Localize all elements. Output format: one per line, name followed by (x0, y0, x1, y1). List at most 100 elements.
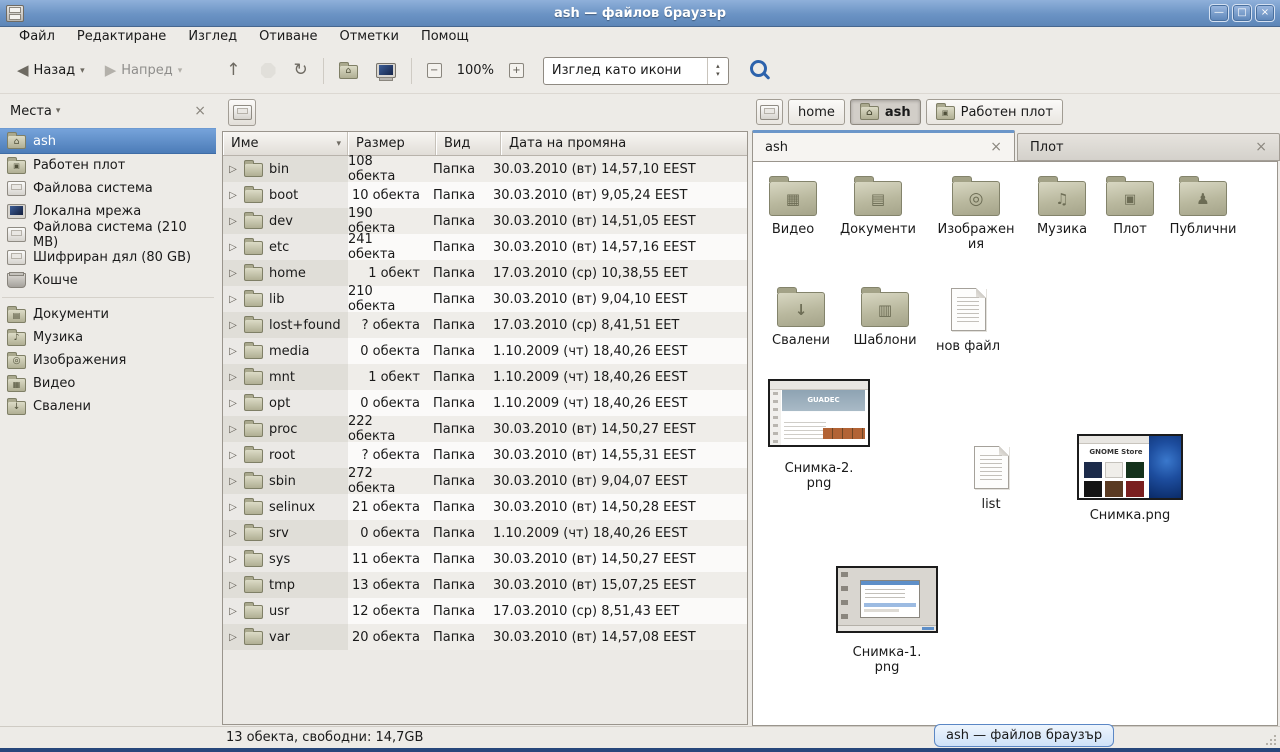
folder-item-music[interactable]: Музика (1027, 173, 1097, 237)
tab-plot[interactable]: Плот × (1017, 133, 1280, 161)
folder-item-pictures[interactable]: Изображения (934, 173, 1018, 252)
expander-icon[interactable]: ▷ (228, 554, 238, 565)
tree-row[interactable]: ▷ usr 12 обекта Папка 17.03.2010 (ср) 8,… (223, 598, 747, 624)
tree-row[interactable]: ▷ selinux 21 обекта Папка 30.03.2010 (вт… (223, 494, 747, 520)
tree-row[interactable]: ▷ sys 11 обекта Папка 30.03.2010 (вт) 14… (223, 546, 747, 572)
sidebar-item[interactable]: Работен плот (0, 154, 216, 177)
tab-close-icon[interactable]: × (990, 140, 1002, 154)
sidebar-item[interactable]: ash (0, 128, 216, 154)
forward-button[interactable]: ▶ Напред ▾ (98, 59, 190, 82)
forward-dropdown-icon[interactable]: ▾ (178, 66, 183, 76)
stop-button[interactable] (254, 59, 283, 82)
sidebar-item[interactable]: Кошче (0, 269, 216, 292)
tab-ash[interactable]: ash × (752, 130, 1015, 161)
expander-icon[interactable]: ▷ (228, 164, 238, 175)
menu-item[interactable]: Редактиране (66, 27, 177, 47)
tree-row[interactable]: ▷ etc 241 обекта Папка 30.03.2010 (вт) 1… (223, 234, 747, 260)
tree-row[interactable]: ▷ sbin 272 обекта Папка 30.03.2010 (вт) … (223, 468, 747, 494)
tree-row[interactable]: ▷ var 20 обекта Папка 30.03.2010 (вт) 14… (223, 624, 747, 650)
sidebar-title[interactable]: Места (10, 104, 52, 119)
column-header-size[interactable]: Размер (348, 132, 436, 155)
tree-row[interactable]: ▷ bin 108 обекта Папка 30.03.2010 (вт) 1… (223, 156, 747, 182)
search-button[interactable] (729, 56, 784, 85)
sidebar-item[interactable]: Музика (0, 326, 216, 349)
minimize-button[interactable]: — (1209, 4, 1229, 22)
tree-row[interactable]: ▷ media 0 обекта Папка 1.10.2009 (чт) 18… (223, 338, 747, 364)
expander-icon[interactable]: ▷ (228, 372, 238, 383)
tree-row[interactable]: ▷ opt 0 обекта Папка 1.10.2009 (чт) 18,4… (223, 390, 747, 416)
menu-item[interactable]: Файл (8, 27, 66, 47)
tree-row[interactable]: ▷ lib 210 обекта Папка 30.03.2010 (вт) 9… (223, 286, 747, 312)
computer-button[interactable] (369, 59, 403, 82)
tree-row[interactable]: ▷ boot 10 обекта Папка 30.03.2010 (вт) 9… (223, 182, 747, 208)
taskbar-window-button[interactable]: ash — файлов браузър (934, 724, 1114, 747)
sidebar-item[interactable]: Файлова система (0, 177, 216, 200)
sidebar-close-icon[interactable]: × (194, 104, 206, 118)
tree-row[interactable]: ▷ srv 0 обекта Папка 1.10.2009 (чт) 18,4… (223, 520, 747, 546)
expander-icon[interactable]: ▷ (228, 580, 238, 591)
file-item-snimka-png[interactable]: GNOME Store Снимка.png (1077, 434, 1183, 523)
expander-icon[interactable]: ▷ (228, 502, 238, 513)
home-button[interactable] (332, 59, 365, 83)
chevron-down-icon[interactable]: ▾ (56, 106, 61, 116)
tab-close-icon[interactable]: × (1255, 140, 1267, 154)
expander-icon[interactable]: ▷ (228, 216, 238, 227)
folder-item-documents[interactable]: Документи (831, 173, 925, 237)
folder-item-downloads[interactable]: Свалени (765, 284, 837, 348)
column-header-modified[interactable]: Дата на промяна (501, 132, 747, 155)
folder-item-video[interactable]: Видео (761, 173, 825, 237)
path-button-ash[interactable]: ash (850, 99, 921, 125)
expander-icon[interactable]: ▷ (228, 450, 238, 461)
tree-row[interactable]: ▷ mnt 1 обект Папка 1.10.2009 (чт) 18,40… (223, 364, 747, 390)
menu-item[interactable]: Отметки (328, 27, 409, 47)
tree-row[interactable]: ▷ dev 190 обекта Папка 30.03.2010 (вт) 1… (223, 208, 747, 234)
file-item-list[interactable]: list (959, 442, 1023, 512)
menu-item[interactable]: Помощ (410, 27, 480, 47)
file-item-snimka-1-png[interactable]: Снимка-1.png (835, 566, 939, 675)
expander-icon[interactable]: ▷ (228, 528, 238, 539)
up-button[interactable]: ↑ (219, 58, 247, 83)
sidebar-item[interactable]: Шифриран дял (80 GB) (0, 246, 216, 269)
resize-grip[interactable] (1274, 743, 1276, 745)
expander-icon[interactable]: ▷ (228, 190, 238, 201)
tree-root-button[interactable] (228, 99, 256, 126)
tree-row[interactable]: ▷ proc 222 обекта Папка 30.03.2010 (вт) … (223, 416, 747, 442)
column-header-name[interactable]: Име ▾ (223, 132, 348, 155)
sidebar-item[interactable]: Документи (0, 303, 216, 326)
reload-button[interactable]: ↻ (287, 58, 315, 83)
sidebar-item[interactable]: Видео (0, 372, 216, 395)
sidebar-item[interactable]: Изображения (0, 349, 216, 372)
expander-icon[interactable]: ▷ (228, 424, 238, 435)
sidebar-item[interactable]: Файлова система (210 MB) (0, 223, 216, 246)
view-mode-select[interactable]: Изглед като икони ▴ ▾ (543, 57, 729, 85)
icon-view[interactable]: Видео Документи Изображения Музика Плот … (752, 161, 1278, 726)
folder-item-templates[interactable]: Шаблони (847, 284, 923, 348)
maximize-button[interactable]: □ (1232, 4, 1252, 22)
expander-icon[interactable]: ▷ (228, 268, 238, 279)
path-button-home[interactable]: home (788, 99, 845, 125)
path-button-desktop[interactable]: Работен плот (926, 99, 1063, 125)
tree-row[interactable]: ▷ root ? обекта Папка 30.03.2010 (вт) 14… (223, 442, 747, 468)
tree-row[interactable]: ▷ home 1 обект Папка 17.03.2010 (ср) 10,… (223, 260, 747, 286)
sidebar-item[interactable]: Свалени (0, 395, 216, 418)
back-button[interactable]: ◀ Назад ▾ (10, 59, 92, 82)
expander-icon[interactable]: ▷ (228, 242, 238, 253)
expander-icon[interactable]: ▷ (228, 606, 238, 617)
file-item-snimka-2-png[interactable]: GUADEC Снимка-2.png (767, 379, 871, 491)
folder-item-desktop[interactable]: Плот (1099, 173, 1161, 237)
menu-item[interactable]: Изглед (177, 27, 248, 47)
back-dropdown-icon[interactable]: ▾ (80, 66, 85, 76)
expander-icon[interactable]: ▷ (228, 632, 238, 643)
tree-row[interactable]: ▷ lost+found ? обекта Папка 17.03.2010 (… (223, 312, 747, 338)
expander-icon[interactable]: ▷ (228, 476, 238, 487)
file-item-new-file[interactable]: нов файл (929, 284, 1007, 354)
menu-item[interactable]: Отиване (248, 27, 328, 47)
zoom-in-button[interactable]: + (502, 59, 531, 82)
spinner-icons[interactable]: ▴ ▾ (707, 58, 728, 84)
tree-row[interactable]: ▷ tmp 13 обекта Папка 30.03.2010 (вт) 15… (223, 572, 747, 598)
folder-item-public[interactable]: Публични (1161, 173, 1245, 237)
expander-icon[interactable]: ▷ (228, 320, 238, 331)
path-button-filesystem[interactable] (756, 99, 783, 125)
column-header-type[interactable]: Вид (436, 132, 501, 155)
close-button[interactable]: × (1255, 4, 1275, 22)
